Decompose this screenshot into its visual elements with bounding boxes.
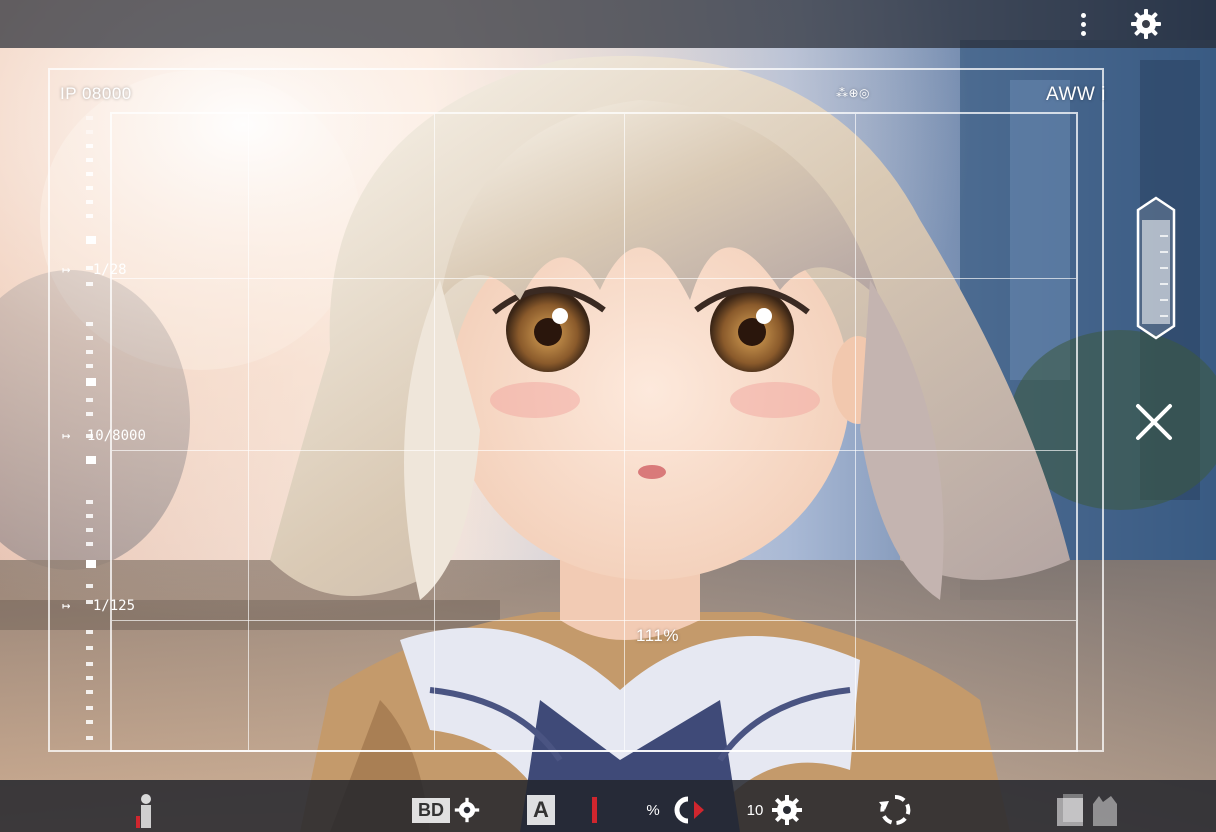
person-icon[interactable] (128, 792, 164, 828)
grid-line (112, 620, 1076, 621)
timer-icon (674, 796, 704, 824)
gear-icon (454, 797, 480, 823)
marker-arrow-icon: ↦ (62, 262, 71, 278)
auto-label: A (527, 795, 555, 825)
marker-value: 1/125 (92, 598, 136, 614)
grid-line (624, 114, 625, 750)
kebab-icon[interactable] (1072, 8, 1094, 40)
auto-mode-button[interactable]: A (516, 792, 566, 828)
grid-line (112, 450, 1076, 451)
grid-line (855, 114, 856, 750)
white-balance-readout[interactable]: AWW i (1046, 84, 1106, 106)
interval-label: 10 (746, 801, 764, 819)
ratio-button[interactable]: % (636, 792, 716, 828)
zoom-slider-icon[interactable] (1134, 196, 1178, 340)
gear-icon (772, 795, 803, 825)
marker-iso[interactable]: ↦ 10/8000 (62, 428, 146, 444)
close-icon[interactable] (1132, 400, 1176, 444)
top-toolbar (0, 0, 1216, 48)
bottom-toolbar (0, 780, 1216, 832)
gallery-icon[interactable] (1052, 792, 1124, 828)
record-indicator (588, 792, 600, 828)
ratio-label: % (646, 801, 660, 819)
mode-indicator: ⁂⊕◎ (836, 86, 871, 100)
marker-value: 1/28 (92, 262, 127, 278)
rotate-icon[interactable] (874, 792, 916, 828)
marker-speed[interactable]: ↦ 1/125 (62, 598, 135, 614)
grid-line (112, 278, 1076, 279)
marker-shutter[interactable]: ↦ 1/28 (62, 262, 127, 278)
marker-arrow-icon: ↦ (62, 598, 71, 614)
gear-icon[interactable] (1128, 6, 1164, 42)
grid-line (434, 114, 435, 750)
marker-arrow-icon: ↦ (62, 428, 71, 444)
bd-settings-button[interactable]: BD (410, 792, 482, 828)
composition-grid (110, 112, 1078, 752)
zoom-readout: 111% (636, 626, 679, 645)
bd-label: BD (412, 797, 450, 823)
marker-value: 10/8000 (86, 428, 146, 444)
iso-readout: IP 08000 (60, 84, 132, 103)
interval-settings-button[interactable]: 10 (742, 792, 808, 828)
grid-line (248, 114, 249, 750)
